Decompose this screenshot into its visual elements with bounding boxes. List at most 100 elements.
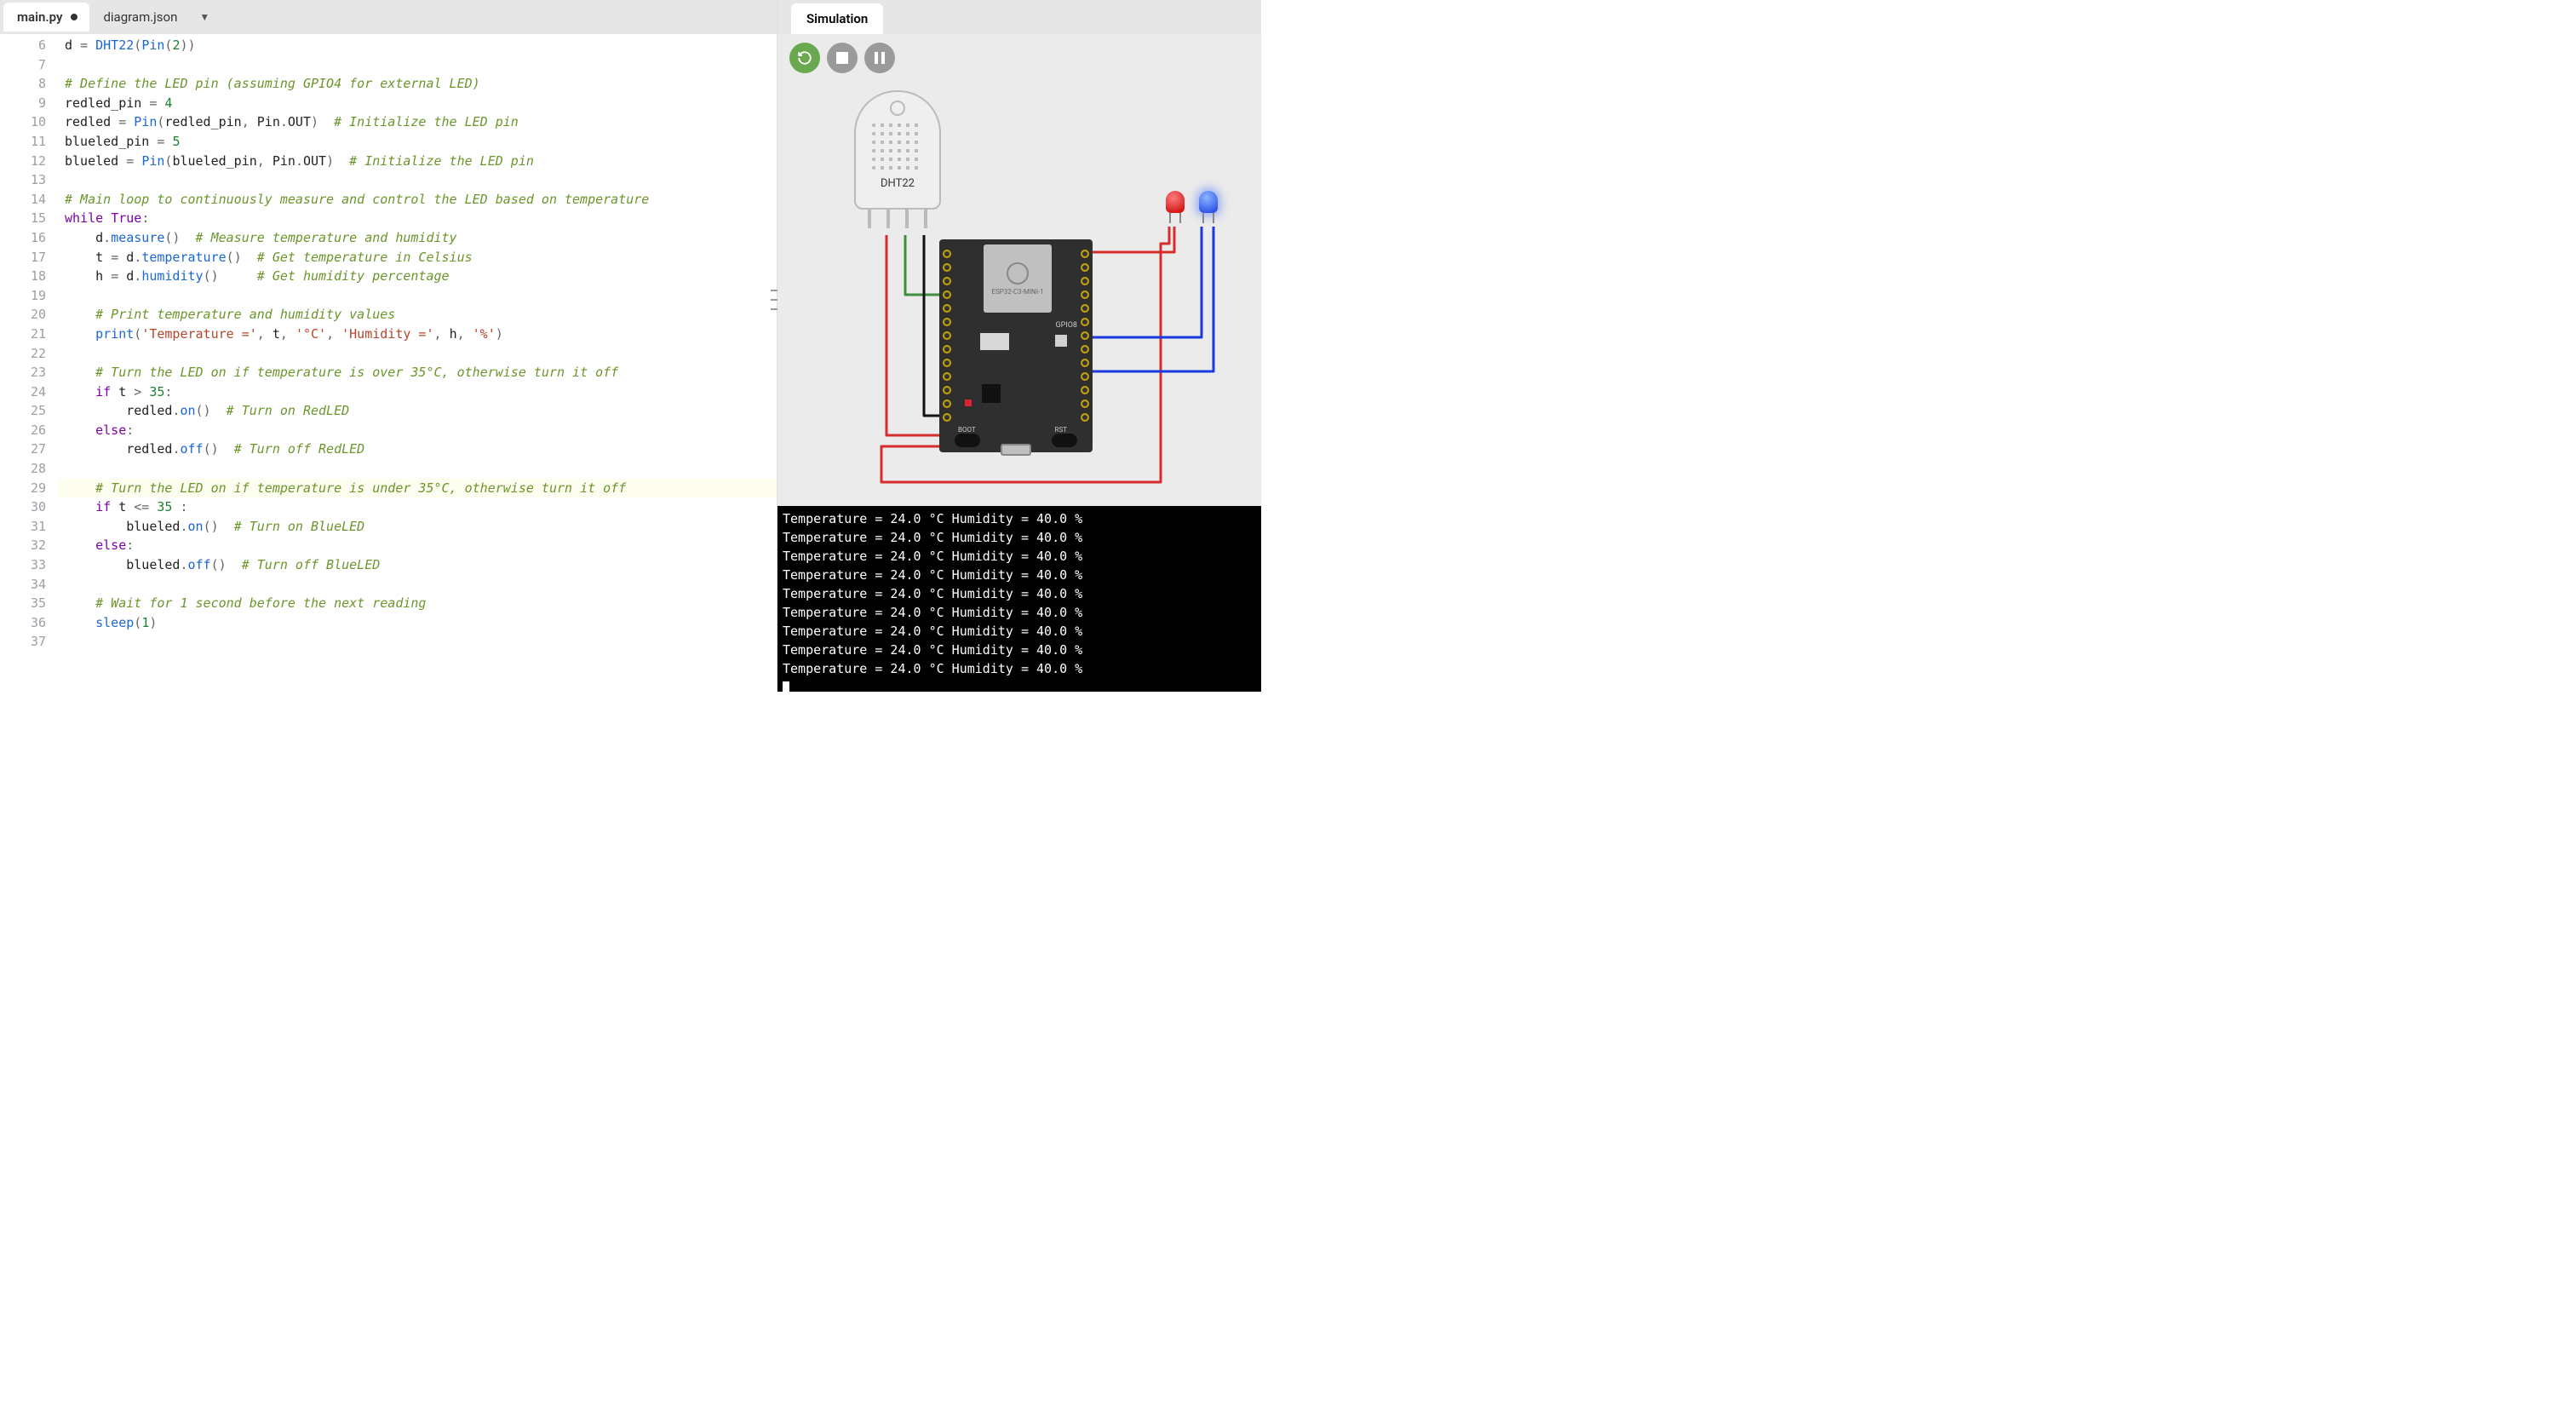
line-number: 10 bbox=[0, 112, 46, 132]
code-line[interactable] bbox=[58, 575, 777, 595]
circuit-canvas[interactable]: DHT22 ESP32-C3-MINI-1 GPIO8 bbox=[777, 82, 1261, 506]
line-number: 23 bbox=[0, 363, 46, 382]
code-line[interactable]: t = d.temperature() # Get temperature in… bbox=[58, 248, 777, 267]
code-line[interactable]: # Wait for 1 second before the next read… bbox=[58, 594, 777, 613]
esp32-board[interactable]: ESP32-C3-MINI-1 GPIO8 BOOT RST bbox=[939, 239, 1093, 452]
line-number: 26 bbox=[0, 421, 46, 440]
stop-button[interactable] bbox=[827, 43, 858, 73]
simulation-pane: Simulation bbox=[777, 0, 1261, 692]
console-line: Temperature = 24.0 °C Humidity = 40.0 % bbox=[783, 603, 1256, 622]
code-line[interactable]: else: bbox=[58, 536, 777, 555]
restart-button[interactable] bbox=[789, 43, 820, 73]
code-line[interactable] bbox=[58, 55, 777, 75]
line-number: 30 bbox=[0, 497, 46, 517]
code-line[interactable]: d.measure() # Measure temperature and hu… bbox=[58, 228, 777, 248]
line-number: 27 bbox=[0, 440, 46, 459]
code-line[interactable]: sleep(1) bbox=[58, 613, 777, 633]
editor-pane: main.pydiagram.json ▼ 678910111213141516… bbox=[0, 0, 777, 692]
stop-icon bbox=[836, 52, 848, 64]
line-number: 19 bbox=[0, 286, 46, 306]
code-line[interactable]: redled.on() # Turn on RedLED bbox=[58, 401, 777, 421]
tab-main-py[interactable]: main.py bbox=[3, 3, 89, 32]
console-line: Temperature = 24.0 °C Humidity = 40.0 % bbox=[783, 566, 1256, 584]
code-line[interactable]: # Main loop to continuously measure and … bbox=[58, 190, 777, 210]
code-line[interactable]: blueled = Pin(blueled_pin, Pin.OUT) # In… bbox=[58, 152, 777, 171]
line-number: 18 bbox=[0, 267, 46, 286]
code-line[interactable]: # Turn the LED on if temperature is unde… bbox=[58, 479, 777, 498]
code-line[interactable]: blueled_pin = 5 bbox=[58, 132, 777, 152]
code-editor[interactable]: 6789101112131415161718192021222324252627… bbox=[0, 34, 777, 692]
code-line[interactable]: redled.off() # Turn off RedLED bbox=[58, 440, 777, 459]
code-line[interactable]: d = DHT22(Pin(2)) bbox=[58, 36, 777, 55]
board-model-label: ESP32-C3-MINI-1 bbox=[991, 288, 1043, 296]
usb-port bbox=[1001, 444, 1031, 456]
dht22-label: DHT22 bbox=[881, 177, 915, 190]
serial-console[interactable]: Temperature = 24.0 °C Humidity = 40.0 %T… bbox=[777, 506, 1261, 692]
line-number: 34 bbox=[0, 575, 46, 595]
line-number: 33 bbox=[0, 555, 46, 575]
code-line[interactable]: if t > 35: bbox=[58, 382, 777, 402]
code-line[interactable]: if t <= 35 : bbox=[58, 497, 777, 517]
code-line[interactable]: blueled.off() # Turn off BlueLED bbox=[58, 555, 777, 575]
code-area[interactable]: d = DHT22(Pin(2)) # Define the LED pin (a… bbox=[58, 36, 777, 692]
espressif-logo-icon bbox=[1007, 262, 1029, 285]
line-number: 36 bbox=[0, 613, 46, 633]
line-number: 35 bbox=[0, 594, 46, 613]
reset-button[interactable] bbox=[1052, 434, 1077, 447]
restart-icon bbox=[797, 50, 812, 66]
code-line[interactable]: redled = Pin(redled_pin, Pin.OUT) # Init… bbox=[58, 112, 777, 132]
console-line: Temperature = 24.0 °C Humidity = 40.0 % bbox=[783, 509, 1256, 528]
code-line[interactable]: # Define the LED pin (assuming GPIO4 for… bbox=[58, 74, 777, 94]
console-line: Temperature = 24.0 °C Humidity = 40.0 % bbox=[783, 547, 1256, 566]
line-number: 13 bbox=[0, 170, 46, 190]
line-number: 28 bbox=[0, 459, 46, 479]
code-line[interactable]: blueled.on() # Turn on BlueLED bbox=[58, 517, 777, 537]
console-line: Temperature = 24.0 °C Humidity = 40.0 % bbox=[783, 528, 1256, 547]
tab-diagram-json[interactable]: diagram.json bbox=[89, 3, 189, 32]
pause-button[interactable] bbox=[864, 43, 895, 73]
console-line: Temperature = 24.0 °C Humidity = 40.0 % bbox=[783, 659, 1256, 678]
code-line[interactable]: # Turn the LED on if temperature is over… bbox=[58, 363, 777, 382]
boot-label: BOOT bbox=[958, 426, 976, 434]
code-line[interactable] bbox=[58, 286, 777, 306]
line-number: 16 bbox=[0, 228, 46, 248]
line-number: 9 bbox=[0, 94, 46, 113]
code-line[interactable] bbox=[58, 632, 777, 652]
line-number: 37 bbox=[0, 632, 46, 652]
blue-led[interactable] bbox=[1199, 191, 1218, 220]
line-number: 14 bbox=[0, 190, 46, 210]
line-number: 29 bbox=[0, 479, 46, 498]
line-number: 32 bbox=[0, 536, 46, 555]
tab-overflow-menu[interactable]: ▼ bbox=[199, 11, 209, 23]
line-number: 15 bbox=[0, 209, 46, 228]
line-number: 25 bbox=[0, 401, 46, 421]
dirty-dot-icon bbox=[71, 14, 77, 20]
tab-label: main.py bbox=[17, 9, 62, 25]
code-line[interactable]: else: bbox=[58, 421, 777, 440]
gpio8-label: GPIO8 bbox=[1055, 321, 1077, 330]
line-number: 11 bbox=[0, 132, 46, 152]
dht22-sensor[interactable]: DHT22 bbox=[854, 90, 941, 235]
line-number: 12 bbox=[0, 152, 46, 171]
code-line[interactable]: redled_pin = 4 bbox=[58, 94, 777, 113]
code-line[interactable] bbox=[58, 344, 777, 364]
line-gutter: 6789101112131415161718192021222324252627… bbox=[0, 36, 58, 692]
console-line: Temperature = 24.0 °C Humidity = 40.0 % bbox=[783, 641, 1256, 659]
red-led[interactable] bbox=[1166, 191, 1185, 220]
simulation-tab[interactable]: Simulation bbox=[791, 3, 883, 34]
code-line[interactable]: while True: bbox=[58, 209, 777, 228]
code-line[interactable] bbox=[58, 170, 777, 190]
code-line[interactable]: # Print temperature and humidity values bbox=[58, 305, 777, 325]
line-number: 8 bbox=[0, 74, 46, 94]
tab-bar: main.py diagram.json ▼ bbox=[0, 0, 777, 34]
tab-label: diagram.json bbox=[103, 9, 177, 25]
line-number: 17 bbox=[0, 248, 46, 267]
boot-button[interactable] bbox=[955, 434, 980, 447]
code-line[interactable]: h = d.humidity() # Get humidity percenta… bbox=[58, 267, 777, 286]
code-line[interactable]: print('Temperature =', t, '°C', 'Humidit… bbox=[58, 325, 777, 344]
code-line[interactable] bbox=[58, 459, 777, 479]
sim-toolbar bbox=[777, 34, 1261, 82]
console-line: Temperature = 24.0 °C Humidity = 40.0 % bbox=[783, 622, 1256, 641]
line-number: 20 bbox=[0, 305, 46, 325]
rst-label: RST bbox=[1055, 426, 1067, 434]
